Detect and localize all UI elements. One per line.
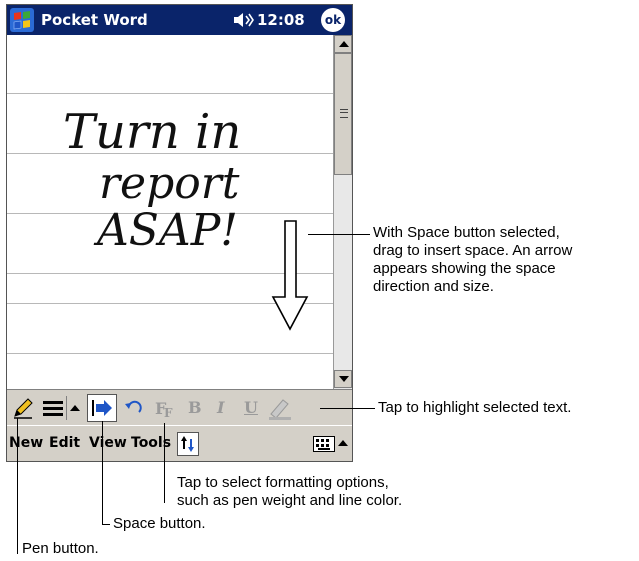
callout-text: such as pen weight and line color. [177, 492, 403, 509]
grip-icon [340, 109, 348, 118]
vertical-scrollbar[interactable] [333, 35, 352, 389]
document-area[interactable]: Turn in report ASAP! [7, 35, 333, 389]
callout-line-formatting [164, 423, 165, 503]
callout-line-highlight [320, 408, 375, 409]
input-panel-arrow-icon[interactable] [337, 438, 349, 450]
menu-view[interactable]: View [89, 435, 127, 451]
pen-toolbar: F F B I U [7, 389, 352, 425]
ok-button[interactable]: ok [321, 8, 345, 32]
callout-text: With Space button selected, [373, 224, 560, 241]
clock[interactable]: 12:08 [257, 11, 305, 29]
title-bar: Pocket Word 12:08 ok [7, 5, 352, 35]
handwriting-canvas: Turn in report ASAP! [63, 104, 309, 331]
space-arrow-callout: With Space button selected, drag to inse… [373, 224, 635, 296]
menu-tools[interactable]: Tools [131, 435, 171, 451]
app-title: Pocket Word [41, 11, 148, 29]
formatting-callout: Tap to select formatting options, such a… [177, 474, 402, 510]
toolbar-toggle-icon [181, 436, 194, 452]
space-arrow-icon [271, 220, 309, 331]
handwriting-line-3: ASAP! [93, 205, 238, 256]
pen-weight-icon[interactable] [41, 396, 65, 420]
callout-line-pen-button [17, 418, 18, 554]
pen-toolbar-toggle-button[interactable] [177, 432, 199, 456]
callout-text: drag to insert space. An arrow [373, 242, 573, 259]
font-icon[interactable]: F F [153, 396, 177, 420]
italic-button[interactable]: I [217, 398, 224, 417]
start-menu-icon[interactable] [10, 8, 34, 32]
pocket-word-window: Pocket Word 12:08 ok Turn in report ASAP… [6, 4, 353, 462]
space-icon [92, 400, 112, 416]
svg-text:F: F [164, 406, 173, 420]
highlight-icon[interactable] [267, 396, 293, 420]
up-arrow-icon [339, 41, 349, 47]
menu-new[interactable]: New [9, 435, 43, 451]
space-button[interactable] [87, 394, 117, 422]
handwriting-line-2: report [99, 158, 240, 209]
scroll-up-button[interactable] [334, 35, 352, 53]
callout-line-space-button [102, 421, 103, 525]
scroll-down-button[interactable] [334, 370, 352, 388]
callout-text: Tap to select formatting options, [177, 474, 389, 491]
bold-button[interactable]: B [188, 398, 202, 417]
underline-button[interactable]: U [244, 398, 258, 417]
speaker-icon[interactable] [233, 12, 255, 28]
scroll-thumb[interactable] [334, 53, 352, 175]
highlight-callout: Tap to highlight selected text. [378, 399, 572, 416]
callout-line-space-button-tick [102, 524, 110, 525]
down-arrow-icon [339, 376, 349, 382]
callout-text: appears showing the space [373, 260, 556, 277]
undo-icon[interactable] [123, 396, 145, 420]
callout-line-space-arrow [308, 234, 370, 235]
toolbar-separator [66, 396, 67, 420]
handwriting-line-1: Turn in [63, 104, 241, 160]
menu-edit[interactable]: Edit [49, 435, 80, 451]
pen-icon[interactable] [11, 396, 35, 420]
space-button-callout: Space button. [113, 515, 206, 532]
keyboard-icon[interactable] [313, 436, 335, 452]
pen-button-callout: Pen button. [22, 540, 99, 557]
toolbar-up-arrow-icon[interactable] [69, 396, 81, 420]
callout-text: direction and size. [373, 278, 494, 295]
menu-bar: New Edit View Tools [7, 425, 352, 461]
